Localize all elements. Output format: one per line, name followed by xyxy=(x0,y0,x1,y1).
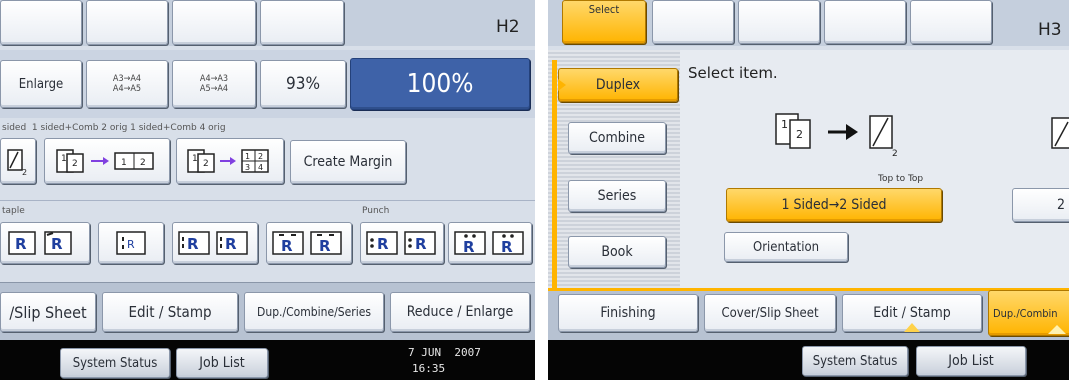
tab-dup-combine-series[interactable]: Dup./Combine/Series xyxy=(244,292,384,332)
a3-a4-label: A3→A4 xyxy=(112,74,142,84)
staple-center-icon: R xyxy=(116,231,146,255)
screen-id: H3 xyxy=(1038,20,1062,40)
svg-text:R: R xyxy=(51,235,63,253)
combine-menu-item[interactable]: Combine xyxy=(568,122,666,154)
a4-a3-label: A4→A3 xyxy=(199,74,229,84)
svg-text:2: 2 xyxy=(140,158,146,168)
svg-text:2: 2 xyxy=(258,152,263,161)
punch-label: Punch xyxy=(362,206,390,216)
punch-left-button[interactable]: R R xyxy=(360,222,444,264)
punch-left-icon: R R xyxy=(366,231,436,255)
staple-top-icon: R R xyxy=(272,231,342,255)
top-button-3[interactable] xyxy=(172,0,256,45)
93-percent-button[interactable]: 93% xyxy=(260,60,346,108)
left-screen-h2: H2 Enlarge A3→A4 A4→A5 A4→A3 A5→A4 93% 1… xyxy=(0,0,535,380)
staple-top-double-button[interactable]: R R xyxy=(266,222,352,264)
punch-top-icon: R R xyxy=(454,231,524,256)
duplex-menu-item[interactable]: Duplex xyxy=(558,68,678,102)
top-to-top-label: Top to Top xyxy=(878,174,924,184)
combine-2-icon: 1 2 1 2 xyxy=(56,149,154,173)
svg-text:R: R xyxy=(501,238,513,256)
date-display: 7 JUN 2007 xyxy=(408,346,481,359)
enlarge-button[interactable]: Enlarge xyxy=(0,60,82,108)
time-display: 16:35 xyxy=(412,362,446,375)
panel-gap xyxy=(535,0,548,380)
svg-text:R: R xyxy=(281,237,293,255)
svg-text:1: 1 xyxy=(121,158,127,168)
100-percent-button[interactable]: 100% xyxy=(350,58,530,110)
system-status-button[interactable]: System Status xyxy=(802,346,908,376)
svg-text:1: 1 xyxy=(781,118,788,131)
staple-top-left-button[interactable]: R R xyxy=(0,222,90,264)
top-button-5[interactable] xyxy=(910,0,992,44)
top-button-3[interactable] xyxy=(738,0,820,44)
staple-icon: R R xyxy=(8,231,72,255)
staple-center-button[interactable]: R xyxy=(98,222,164,264)
svg-text:3: 3 xyxy=(245,163,250,172)
selected-pointer xyxy=(558,79,566,91)
screen-id: H2 xyxy=(496,17,520,37)
job-list-button[interactable]: Job List xyxy=(916,346,1026,376)
svg-text:R: R xyxy=(319,237,331,255)
svg-text:2: 2 xyxy=(72,159,78,169)
series-menu-item[interactable]: Series xyxy=(568,180,666,212)
one-sided-to-two-sided-button[interactable]: 1 Sided→2 Sided xyxy=(726,188,942,222)
top-button-4[interactable] xyxy=(260,0,344,45)
top-button-2[interactable] xyxy=(652,0,734,44)
side-menu-yellow-border xyxy=(552,60,557,288)
tab-cover-slip-sheet[interactable]: Cover/Slip Sheet xyxy=(704,294,836,332)
svg-text:R: R xyxy=(415,235,427,253)
tab-slip-sheet[interactable]: /Slip Sheet xyxy=(0,292,96,332)
top-button-1[interactable] xyxy=(0,0,82,45)
svg-text:2: 2 xyxy=(892,149,898,159)
svg-text:R: R xyxy=(225,235,237,253)
svg-text:4: 4 xyxy=(258,163,263,172)
staple-double-button[interactable]: R R xyxy=(172,222,258,264)
tab-edit-stamp[interactable]: Edit / Stamp xyxy=(102,292,238,332)
tab-reduce-enlarge[interactable]: Reduce / Enlarge xyxy=(390,292,530,332)
top-button-4[interactable] xyxy=(824,0,906,44)
create-margin-button[interactable]: Create Margin xyxy=(290,140,406,184)
comb-4-orig-button[interactable]: 1 2 1 2 3 4 xyxy=(176,138,284,184)
a4-a3-button[interactable]: A4→A3 A5→A4 xyxy=(172,60,256,108)
svg-text:R: R xyxy=(377,235,389,253)
svg-text:1: 1 xyxy=(245,152,250,161)
orientation-button[interactable]: Orientation xyxy=(724,232,848,262)
book-menu-item[interactable]: Book xyxy=(568,236,666,268)
top-button-2[interactable] xyxy=(86,0,168,45)
svg-text:2: 2 xyxy=(203,159,209,169)
svg-text:1: 1 xyxy=(61,154,67,164)
system-status-button[interactable]: System Status xyxy=(60,348,170,378)
svg-text:1: 1 xyxy=(192,154,198,164)
duplex-page-icon: 2 xyxy=(7,149,27,176)
select-item-label: Select item. xyxy=(688,64,778,82)
a4-a5-label: A4→A5 xyxy=(112,84,142,94)
divider xyxy=(0,200,535,201)
staple-label: taple xyxy=(2,206,25,216)
duplex-diagram: 1 2 2 xyxy=(775,113,898,159)
edit-stamp-indicator-icon xyxy=(904,323,920,332)
two-sided-option-button[interactable]: 2 xyxy=(1012,188,1069,222)
a5-a4-label: A5→A4 xyxy=(199,84,229,94)
dup-combine-indicator-icon xyxy=(1048,325,1066,334)
svg-text:R: R xyxy=(463,238,475,256)
duplex-diagram-partial xyxy=(1051,117,1069,149)
duplex-option-button[interactable]: 2 xyxy=(0,138,36,184)
svg-text:2: 2 xyxy=(22,168,27,176)
comb-2-orig-button[interactable]: 1 2 1 2 xyxy=(44,138,170,184)
job-list-button[interactable]: Job List xyxy=(176,348,268,378)
svg-text:2: 2 xyxy=(796,128,803,141)
punch-top-button[interactable]: R R xyxy=(448,222,532,264)
staple-double-icon: R R xyxy=(178,231,248,255)
right-screen-h3: Select H3 Duplex Combine Series Book Sel… xyxy=(548,0,1069,380)
svg-text:R: R xyxy=(187,235,199,253)
a3-a4-button[interactable]: A3→A4 A4→A5 xyxy=(86,60,168,108)
combine-4-icon: 1 2 1 2 3 4 xyxy=(187,149,269,173)
sided-labels: sided 1 sided+Comb 2 orig 1 sided+Comb 4… xyxy=(2,123,226,133)
select-tab[interactable]: Select xyxy=(562,0,646,44)
tab-finishing[interactable]: Finishing xyxy=(558,294,698,332)
svg-text:R: R xyxy=(15,235,27,253)
svg-text:R: R xyxy=(127,238,135,251)
